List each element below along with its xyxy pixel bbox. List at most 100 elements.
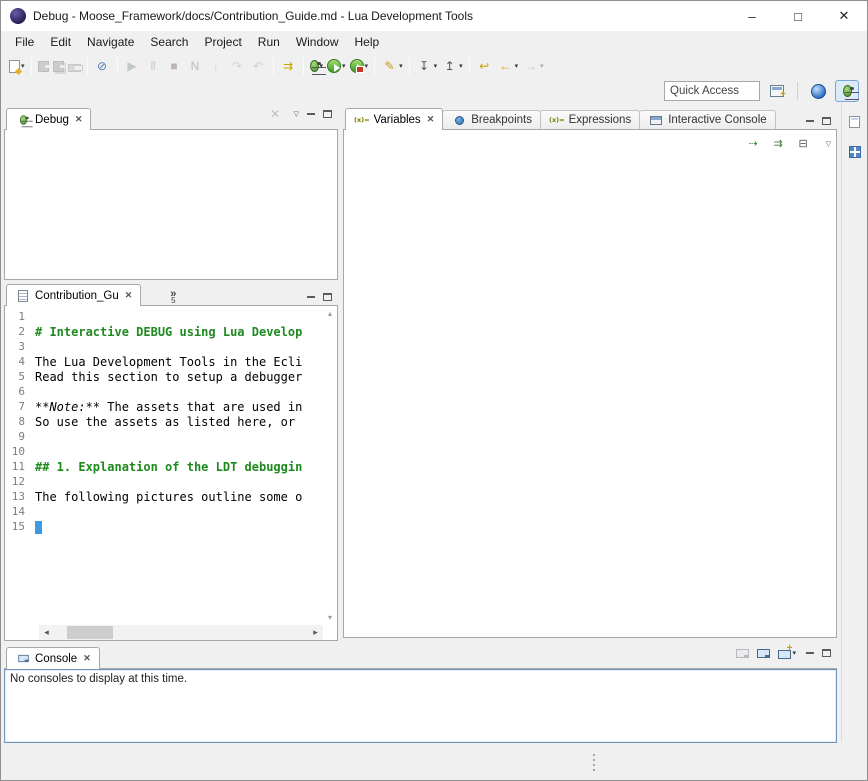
new-button[interactable]: ▾ xyxy=(7,55,27,77)
dropdown-arrow-icon[interactable]: ▾ xyxy=(792,649,796,657)
editor-line[interactable]: 13The following pictures outline some o xyxy=(5,490,323,505)
menu-navigate[interactable]: Navigate xyxy=(79,32,142,52)
editor-tab-contribution-guide[interactable]: Contribution_Gu ✕ xyxy=(6,284,141,306)
scroll-down-icon[interactable]: ▾ xyxy=(328,613,332,622)
back-button[interactable]: ←▾ xyxy=(495,55,521,77)
show-logical-structure-button[interactable]: ⇉ xyxy=(768,133,789,155)
new-task-button[interactable]: ✎▾ xyxy=(379,55,405,77)
next-annotation-button[interactable]: ↧▾ xyxy=(414,55,440,77)
menu-window[interactable]: Window xyxy=(288,32,347,52)
editor-line[interactable]: 1 xyxy=(5,310,323,325)
menu-file[interactable]: File xyxy=(7,32,42,52)
trim-handle-dots[interactable] xyxy=(593,754,595,756)
dropdown-arrow-icon[interactable]: ▾ xyxy=(540,62,544,70)
editor-line[interactable]: 5Read this section to setup a debugger xyxy=(5,370,323,385)
dropdown-arrow-icon[interactable]: ▾ xyxy=(365,62,369,70)
lua-perspective-button[interactable] xyxy=(806,80,830,102)
open-console-button[interactable]: ▾ xyxy=(776,642,798,664)
external-tools-icon xyxy=(350,59,364,73)
scroll-right-icon[interactable]: ▸ xyxy=(308,627,323,638)
dropdown-arrow-icon[interactable]: ▾ xyxy=(434,62,438,70)
menu-help[interactable]: Help xyxy=(347,32,388,52)
editor-line[interactable]: 10 xyxy=(5,445,323,460)
open-perspective-button[interactable] xyxy=(765,80,789,102)
debug-view-content[interactable] xyxy=(4,130,338,280)
debug-perspective-button[interactable] xyxy=(835,80,859,102)
debug-button[interactable]: ▾ xyxy=(308,55,326,77)
save-button xyxy=(36,55,51,77)
minimize-view-button[interactable] xyxy=(307,296,315,298)
skip-all-breakpoints-button[interactable]: ⊘ xyxy=(92,55,113,77)
application-window: Debug - Moose_Framework/docs/Contributio… xyxy=(0,0,868,781)
tab-interactive-console[interactable]: Interactive Console xyxy=(639,110,775,129)
variables-view-toolbar: ⇢⇉⊟ ▽ xyxy=(743,133,831,155)
use-step-filters-button[interactable]: ⇉ xyxy=(278,55,299,77)
maximize-view-button[interactable] xyxy=(822,117,831,125)
vertical-scrollbar[interactable]: ▴ ▾ xyxy=(323,306,337,625)
editor-line[interactable]: 15 xyxy=(5,520,323,535)
tab-console[interactable]: Console ✕ xyxy=(6,647,100,669)
dropdown-arrow-icon[interactable]: ▾ xyxy=(21,62,25,70)
previous-annotation-button[interactable]: ↥▾ xyxy=(439,55,465,77)
tab-variables[interactable]: (x)= Variables ✕ xyxy=(345,108,443,130)
editor-content[interactable]: 12# Interactive DEBUG using Lua Develop3… xyxy=(4,306,338,641)
close-window-button[interactable]: ✕ xyxy=(821,1,867,31)
editor-line[interactable]: 3 xyxy=(5,340,323,355)
collapse-all-button[interactable]: ⊟ xyxy=(793,133,814,155)
editor-line[interactable]: 14 xyxy=(5,505,323,520)
dropdown-arrow-icon[interactable]: ▾ xyxy=(399,62,403,70)
editor-line[interactable]: 7**Note:** The assets that are used in xyxy=(5,400,323,415)
maximize-view-button[interactable] xyxy=(822,649,831,657)
editor-lines[interactable]: 12# Interactive DEBUG using Lua Develop3… xyxy=(5,306,323,625)
editor-line[interactable]: 2# Interactive DEBUG using Lua Develop xyxy=(5,325,323,340)
dropdown-arrow-icon[interactable]: ▾ xyxy=(515,62,519,70)
tab-debug[interactable]: Debug ✕ xyxy=(6,108,91,130)
maximize-window-button[interactable]: □ xyxy=(775,1,821,31)
tab-expressions[interactable]: (x)= Expressions xyxy=(540,110,640,129)
minimize-view-button[interactable] xyxy=(806,652,814,654)
restore-minimized-grid-button[interactable] xyxy=(845,143,865,161)
editor-line[interactable]: 9 xyxy=(5,430,323,445)
scroll-left-icon[interactable]: ◂ xyxy=(39,627,54,638)
previous-annotation-icon: ↥ xyxy=(441,58,458,75)
menu-project[interactable]: Project xyxy=(196,32,249,52)
editor-line[interactable]: 11## 1. Explanation of the LDT debuggin xyxy=(5,460,323,475)
editor-line[interactable]: 8So use the assets as listed here, or xyxy=(5,415,323,430)
scrollbar-track[interactable] xyxy=(54,625,308,640)
view-menu-icon[interactable]: ▽ xyxy=(826,140,831,148)
dropdown-arrow-icon[interactable]: ▾ xyxy=(459,62,463,70)
close-tab-icon[interactable]: ✕ xyxy=(125,290,133,301)
minimize-view-button[interactable] xyxy=(806,120,814,122)
menu-edit[interactable]: Edit xyxy=(42,32,79,52)
minimize-window-button[interactable]: – xyxy=(729,1,775,31)
display-selected-console-button[interactable] xyxy=(755,642,772,664)
view-menu-icon[interactable]: ▽ xyxy=(294,110,299,118)
menu-search[interactable]: Search xyxy=(142,32,196,52)
variables-view-content[interactable]: ⇢⇉⊟ ▽ xyxy=(343,130,837,638)
quick-access-box[interactable]: Quick Access xyxy=(664,81,760,101)
run-button[interactable]: ▾ xyxy=(325,55,348,77)
scroll-up-icon[interactable]: ▴ xyxy=(328,309,332,318)
dropdown-arrow-icon[interactable]: ▾ xyxy=(342,62,346,70)
console-content[interactable]: No consoles to display at this time. xyxy=(4,669,837,743)
minimize-view-button[interactable] xyxy=(307,113,315,115)
restore-minimized-view-button[interactable] xyxy=(845,113,865,131)
last-edit-location-icon: ↩ xyxy=(476,58,493,75)
editor-line[interactable]: 12 xyxy=(5,475,323,490)
last-edit-location-button[interactable]: ↩ xyxy=(474,55,495,77)
editor-line[interactable]: 6 xyxy=(5,385,323,400)
close-tab-icon[interactable]: ✕ xyxy=(427,114,435,125)
horizontal-scrollbar[interactable]: ◂ ▸ xyxy=(39,625,323,640)
show-type-names-button[interactable]: ⇢ xyxy=(743,133,764,155)
titlebar[interactable]: Debug - Moose_Framework/docs/Contributio… xyxy=(1,1,867,31)
close-tab-icon[interactable]: ✕ xyxy=(75,114,83,125)
maximize-view-button[interactable] xyxy=(323,110,332,118)
editor-line[interactable]: 4The Lua Development Tools in the Ecli xyxy=(5,355,323,370)
external-tools-button[interactable]: ▾ xyxy=(348,55,371,77)
menu-run[interactable]: Run xyxy=(250,32,288,52)
scrollbar-thumb[interactable] xyxy=(67,626,113,639)
tab-breakpoints[interactable]: Breakpoints xyxy=(442,110,541,129)
close-tab-icon[interactable]: ✕ xyxy=(83,653,91,664)
editor-tab-overflow[interactable]: » 5 xyxy=(170,290,176,305)
maximize-view-button[interactable] xyxy=(323,293,332,301)
